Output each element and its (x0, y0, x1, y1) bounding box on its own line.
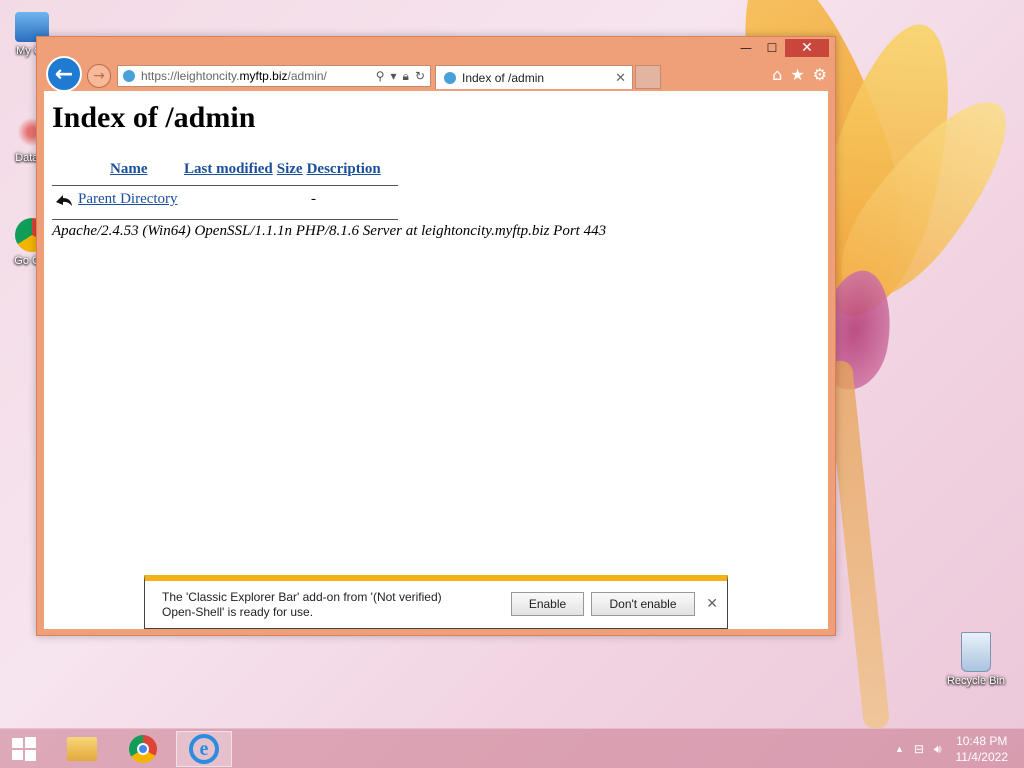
close-button[interactable]: ✕ (785, 39, 829, 57)
icon-column-header (52, 159, 78, 180)
chrome-icon (129, 735, 157, 763)
new-tab-button[interactable] (635, 65, 661, 89)
table-divider (52, 219, 398, 220)
column-header-description[interactable]: Description (305, 159, 383, 180)
tab-title: Index of /admin (462, 70, 545, 85)
back-button[interactable]: ← (46, 56, 82, 92)
window-controls: — ☐ ✕ (733, 39, 829, 57)
search-icon[interactable]: ⚲ (376, 69, 385, 84)
minimize-button[interactable]: — (733, 39, 759, 57)
ie-window: — ☐ ✕ ← → https://leightoncity.myftp.biz… (36, 36, 836, 636)
table-divider (52, 185, 398, 186)
internet-explorer-icon: e (189, 734, 219, 764)
back-arrow-icon: ← (54, 61, 74, 87)
recycle-bin-icon (961, 632, 991, 672)
favorites-star-icon[interactable]: ★ (790, 65, 804, 84)
desktop-icon-label: Recycle Bin (946, 675, 1006, 687)
column-header-name[interactable]: Name (78, 159, 182, 180)
column-header-size[interactable]: Size (275, 159, 305, 180)
taskbar-chrome[interactable] (115, 731, 171, 767)
page-title: Index of /admin (52, 101, 256, 134)
clock-time: 10:48 PM (956, 734, 1008, 748)
table-row: Parent Directory - (54, 191, 316, 208)
taskbar: e ▲ ⊟ 🔊︎ 10:48 PM 11/4/2022 (0, 728, 1024, 768)
clock[interactable]: 10:48 PM 11/4/2022 (956, 733, 1009, 765)
forward-button[interactable]: → (87, 64, 111, 88)
parent-directory-link[interactable]: Parent Directory (78, 191, 178, 207)
dropdown-arrow-icon[interactable]: ▾ (391, 69, 397, 84)
forward-arrow-icon: → (93, 68, 105, 84)
taskbar-file-explorer[interactable] (54, 731, 110, 767)
notification-close-icon[interactable]: ✕ (706, 595, 718, 612)
tab-close-icon[interactable]: ✕ (615, 70, 626, 86)
page-content: Index of /admin Name Last modified Size … (44, 91, 828, 629)
notification-message: The 'Classic Explorer Bar' add-on from '… (162, 590, 442, 619)
lock-icon[interactable]: 🔒︎ (403, 69, 409, 84)
windows-logo-icon (12, 737, 36, 761)
enable-button[interactable]: Enable (511, 592, 584, 616)
maximize-button[interactable]: ☐ (759, 39, 785, 57)
site-favicon (123, 70, 135, 82)
listing-header-row: Name Last modified Size Description (52, 159, 383, 180)
directory-listing: Name Last modified Size Description (52, 159, 383, 180)
address-url[interactable]: https://leightoncity.myftp.biz/admin/ (141, 69, 327, 83)
desktop-icon-recycle-bin[interactable]: Recycle Bin (944, 632, 1008, 687)
refresh-icon[interactable]: ↻ (415, 69, 425, 84)
server-signature: Apache/2.4.53 (Win64) OpenSSL/1.1.1n PHP… (52, 223, 607, 239)
dont-enable-button[interactable]: Don't enable (591, 592, 695, 616)
home-icon[interactable]: ⌂ (772, 65, 782, 84)
tab-index-of-admin[interactable]: Index of /admin ✕ (435, 65, 633, 89)
column-header-last-modified[interactable]: Last modified (182, 159, 275, 180)
taskbar-internet-explorer[interactable]: e (176, 731, 232, 767)
folder-icon (67, 737, 97, 761)
network-icon[interactable]: ⊟ (914, 742, 924, 756)
parent-directory-icon (54, 192, 74, 208)
start-button[interactable] (0, 731, 48, 767)
show-hidden-icons-icon[interactable]: ▲ (895, 744, 904, 754)
browser-toolbar-icons: ⌂ ★ ⚙ (772, 65, 827, 84)
address-bar[interactable]: https://leightoncity.myftp.biz/admin/ ⚲ … (117, 65, 431, 87)
system-tray: ▲ ⊟ 🔊︎ 10:48 PM 11/4/2022 (895, 729, 1024, 768)
addon-notification-bar: The 'Classic Explorer Bar' add-on from '… (144, 575, 728, 629)
volume-icon[interactable]: 🔊︎ (934, 742, 942, 757)
clock-date: 11/4/2022 (955, 750, 1009, 764)
size-cell: - (311, 191, 316, 207)
address-tools: ⚲ ▾ 🔒︎ ↻ (376, 69, 430, 84)
tab-favicon (444, 71, 456, 84)
settings-gear-icon[interactable]: ⚙ (813, 65, 827, 84)
